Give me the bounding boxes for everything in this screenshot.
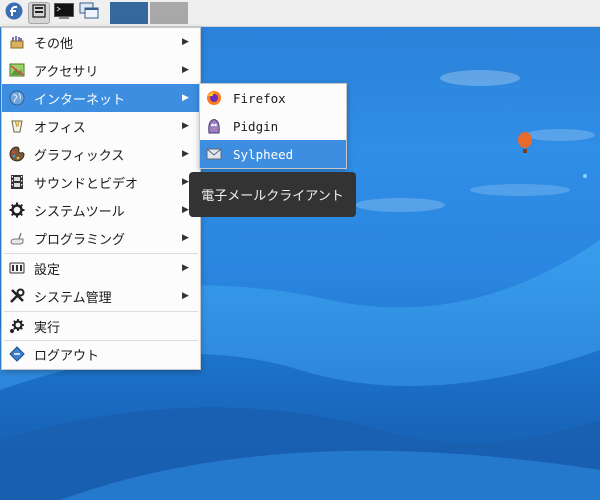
menu-item-label: インターネット [34,92,126,108]
menu-item-label: 設定 [34,262,61,278]
system-admin-tools-icon [8,287,26,305]
menu-item-graphics[interactable]: グラフィックス ▶ [2,140,200,168]
submenu-item-firefox[interactable]: Firefox [200,84,346,112]
menu-item-accessories[interactable]: アクセサリ ▶ [2,56,200,84]
submenu-item-label: Pidgin [233,118,279,134]
internet-globe-icon [8,89,26,107]
applications-menu-button[interactable] [3,2,25,24]
submenu-arrow-icon: ▶ [182,93,189,103]
pidgin-icon [205,117,223,135]
menu-item-label: 実行 [34,320,61,336]
submenu-item-label: Sylpheed [233,146,294,162]
firefox-icon [205,89,223,107]
menu-item-logout[interactable]: ログアウト [2,340,200,368]
multimedia-film-icon [8,173,26,191]
run-gear-icon [8,317,26,335]
menu-item-internet[interactable]: インターネット ▶ [2,84,200,112]
menu-item-label: サウンドとビデオ [34,176,139,192]
workspace-1-button[interactable] [110,2,148,24]
menu-item-system-tools[interactable]: システムツール ▶ [2,196,200,224]
submenu-arrow-icon: ▶ [182,149,189,159]
submenu-item-label: Firefox [233,90,286,106]
sylpheed-icon [205,145,223,163]
menu-item-label: システムツール [34,204,125,220]
submenu-arrow-icon: ▶ [182,121,189,131]
menu-item-label: グラフィックス [34,148,125,164]
menu-item-label: プログラミング [34,232,126,248]
submenu-arrow-icon: ▶ [182,291,189,301]
menu-item-settings[interactable]: 設定 ▶ [2,254,200,282]
submenu-arrow-icon: ▶ [182,37,189,47]
submenu-item-pidgin[interactable]: Pidgin [200,112,346,140]
submenu-arrow-icon: ▶ [182,263,189,273]
show-desktop-button[interactable] [28,2,50,24]
menu-item-label: ログアウト [34,348,100,364]
menu-item-system-admin[interactable]: システム管理 ▶ [2,282,200,310]
graphics-palette-icon [8,145,26,163]
window-list-button[interactable] [78,2,100,24]
workspace-2-button[interactable] [150,2,188,24]
menu-item-office[interactable]: オフィス ▶ [2,112,200,140]
menu-item-label: その他 [34,36,74,52]
fedora-logo-icon [5,2,23,24]
tooltip-text: 電子メールクライアント [201,189,344,204]
menu-item-other[interactable]: その他 ▶ [2,28,200,56]
menu-item-run[interactable]: 実行 [2,312,200,340]
submenu-arrow-icon: ▶ [182,233,189,243]
show-desktop-icon [32,4,46,22]
menu-item-label: システム管理 [34,290,112,306]
submenu-item-sylpheed[interactable]: Sylpheed [200,140,346,168]
menu-item-label: アクセサリ [34,64,99,80]
top-panel [0,0,600,27]
window-list-icon [79,2,99,24]
applications-menu: その他 ▶ アクセサリ ▶ インターネット ▶ オフィス ▶ グラフィックス ▶… [1,27,201,370]
other-icon [8,33,26,51]
menu-item-programming[interactable]: プログラミング ▶ [2,224,200,252]
settings-icon [8,259,26,277]
menu-item-sound-video[interactable]: サウンドとビデオ ▶ [2,168,200,196]
accessories-icon [8,61,26,79]
balloon-icon [518,132,532,153]
system-tools-gear-icon [8,201,26,219]
logout-icon [8,345,26,363]
office-icon [8,117,26,135]
submenu-arrow-icon: ▶ [182,65,189,75]
internet-submenu: Firefox Pidgin Sylpheed [199,83,347,169]
menu-item-label: オフィス [34,120,86,136]
programming-icon [8,229,26,247]
tooltip: 電子メールクライアント [189,172,356,217]
terminal-button[interactable] [53,2,75,24]
terminal-icon [54,3,74,23]
